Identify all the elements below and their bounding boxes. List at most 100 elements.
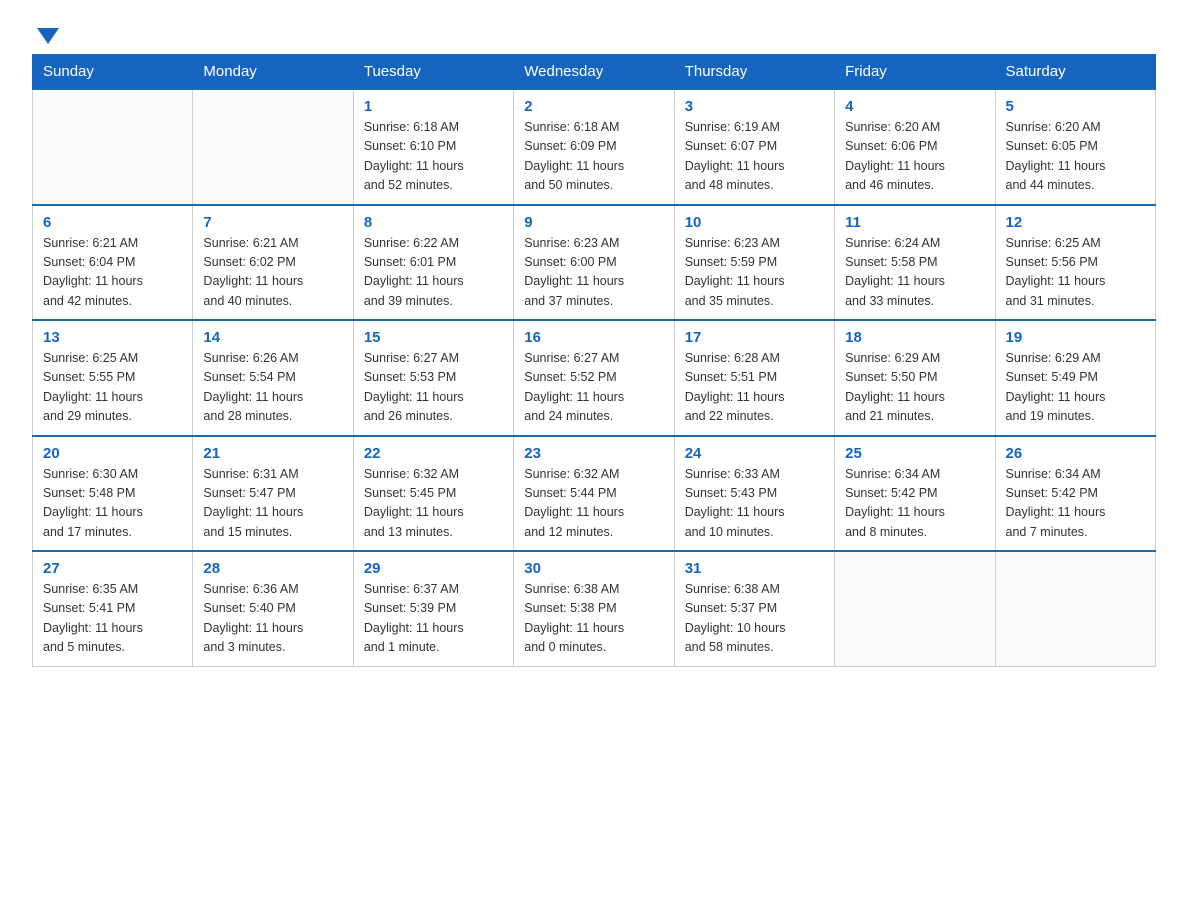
day-info: Sunrise: 6:36 AMSunset: 5:40 PMDaylight:… bbox=[203, 580, 342, 658]
calendar-cell: 24 Sunrise: 6:33 AMSunset: 5:43 PMDayligh… bbox=[674, 436, 834, 552]
day-info: Sunrise: 6:32 AMSunset: 5:44 PMDaylight:… bbox=[524, 465, 663, 543]
calendar-cell: 17 Sunrise: 6:28 AMSunset: 5:51 PMDayligh… bbox=[674, 320, 834, 436]
day-number: 25 bbox=[845, 445, 984, 462]
calendar-header-friday: Friday bbox=[835, 55, 995, 90]
calendar-week-4: 20 Sunrise: 6:30 AMSunset: 5:48 PMDayligh… bbox=[33, 436, 1156, 552]
page-header bbox=[32, 24, 1156, 42]
day-info: Sunrise: 6:37 AMSunset: 5:39 PMDaylight:… bbox=[364, 580, 503, 658]
day-info: Sunrise: 6:38 AMSunset: 5:38 PMDaylight:… bbox=[524, 580, 663, 658]
calendar-week-3: 13Sunrise: 6:25 AMSunset: 5:55 PMDayligh… bbox=[33, 320, 1156, 436]
day-info: Sunrise: 6:32 AMSunset: 5:45 PMDaylight:… bbox=[364, 465, 503, 543]
day-info: Sunrise: 6:33 AMSunset: 5:43 PMDaylight:… bbox=[685, 465, 824, 543]
day-number: 16 bbox=[524, 329, 663, 346]
day-info: Sunrise: 6:21 AMSunset: 6:02 PMDaylight:… bbox=[203, 234, 342, 312]
calendar-cell: 7 Sunrise: 6:21 AMSunset: 6:02 PMDaylight… bbox=[193, 205, 353, 321]
day-info: Sunrise: 6:35 AMSunset: 5:41 PMDaylight:… bbox=[43, 580, 182, 658]
calendar-cell: 8 Sunrise: 6:22 AMSunset: 6:01 PMDaylight… bbox=[353, 205, 513, 321]
day-info: Sunrise: 6:34 AMSunset: 5:42 PMDaylight:… bbox=[1006, 465, 1145, 543]
calendar-cell: 19 Sunrise: 6:29 AMSunset: 5:49 PMDayligh… bbox=[995, 320, 1155, 436]
day-info: Sunrise: 6:38 AMSunset: 5:37 PMDaylight:… bbox=[685, 580, 824, 658]
day-number: 10 bbox=[685, 214, 824, 231]
day-info: Sunrise: 6:25 AMSunset: 5:55 PMDaylight:… bbox=[43, 349, 182, 427]
calendar-cell: 10 Sunrise: 6:23 AMSunset: 5:59 PMDayligh… bbox=[674, 205, 834, 321]
day-number: 27 bbox=[43, 560, 182, 577]
day-number: 6 bbox=[43, 214, 182, 231]
calendar-week-5: 27 Sunrise: 6:35 AMSunset: 5:41 PMDayligh… bbox=[33, 551, 1156, 666]
calendar-cell: 26 Sunrise: 6:34 AMSunset: 5:42 PMDayligh… bbox=[995, 436, 1155, 552]
day-number: 5 bbox=[1006, 98, 1145, 115]
calendar-cell: 21 Sunrise: 6:31 AMSunset: 5:47 PMDayligh… bbox=[193, 436, 353, 552]
day-info: Sunrise: 6:21 AMSunset: 6:04 PMDaylight:… bbox=[43, 234, 182, 312]
day-number: 7 bbox=[203, 214, 342, 231]
day-info: Sunrise: 6:23 AMSunset: 6:00 PMDaylight:… bbox=[524, 234, 663, 312]
calendar-cell: 6 Sunrise: 6:21 AMSunset: 6:04 PMDaylight… bbox=[33, 205, 193, 321]
day-number: 29 bbox=[364, 560, 503, 577]
calendar-cell: 20 Sunrise: 6:30 AMSunset: 5:48 PMDayligh… bbox=[33, 436, 193, 552]
calendar-header-saturday: Saturday bbox=[995, 55, 1155, 90]
logo-triangle-icon bbox=[37, 26, 59, 46]
day-info: Sunrise: 6:23 AMSunset: 5:59 PMDaylight:… bbox=[685, 234, 824, 312]
logo bbox=[32, 24, 59, 42]
day-info: Sunrise: 6:31 AMSunset: 5:47 PMDaylight:… bbox=[203, 465, 342, 543]
day-info: Sunrise: 6:18 AMSunset: 6:09 PMDaylight:… bbox=[524, 118, 663, 196]
calendar-cell: 29 Sunrise: 6:37 AMSunset: 5:39 PMDayligh… bbox=[353, 551, 513, 666]
calendar-cell: 18Sunrise: 6:29 AMSunset: 5:50 PMDayligh… bbox=[835, 320, 995, 436]
calendar-week-1: 1 Sunrise: 6:18 AMSunset: 6:10 PMDaylight… bbox=[33, 89, 1156, 205]
calendar-header-sunday: Sunday bbox=[33, 55, 193, 90]
day-info: Sunrise: 6:29 AMSunset: 5:49 PMDaylight:… bbox=[1006, 349, 1145, 427]
day-info: Sunrise: 6:27 AMSunset: 5:53 PMDaylight:… bbox=[364, 349, 503, 427]
day-info: Sunrise: 6:28 AMSunset: 5:51 PMDaylight:… bbox=[685, 349, 824, 427]
day-info: Sunrise: 6:26 AMSunset: 5:54 PMDaylight:… bbox=[203, 349, 342, 427]
day-number: 9 bbox=[524, 214, 663, 231]
day-number: 26 bbox=[1006, 445, 1145, 462]
calendar-cell: 12Sunrise: 6:25 AMSunset: 5:56 PMDayligh… bbox=[995, 205, 1155, 321]
calendar-cell bbox=[995, 551, 1155, 666]
day-number: 11 bbox=[845, 214, 984, 231]
day-number: 19 bbox=[1006, 329, 1145, 346]
day-number: 8 bbox=[364, 214, 503, 231]
day-number: 3 bbox=[685, 98, 824, 115]
calendar-cell: 30 Sunrise: 6:38 AMSunset: 5:38 PMDayligh… bbox=[514, 551, 674, 666]
day-number: 23 bbox=[524, 445, 663, 462]
day-info: Sunrise: 6:20 AMSunset: 6:06 PMDaylight:… bbox=[845, 118, 984, 196]
calendar-cell: 16 Sunrise: 6:27 AMSunset: 5:52 PMDayligh… bbox=[514, 320, 674, 436]
calendar-header-monday: Monday bbox=[193, 55, 353, 90]
day-number: 17 bbox=[685, 329, 824, 346]
day-number: 21 bbox=[203, 445, 342, 462]
day-info: Sunrise: 6:30 AMSunset: 5:48 PMDaylight:… bbox=[43, 465, 182, 543]
calendar-cell: 13Sunrise: 6:25 AMSunset: 5:55 PMDayligh… bbox=[33, 320, 193, 436]
calendar-table: SundayMondayTuesdayWednesdayThursdayFrid… bbox=[32, 54, 1156, 667]
calendar-cell: 9 Sunrise: 6:23 AMSunset: 6:00 PMDaylight… bbox=[514, 205, 674, 321]
day-number: 30 bbox=[524, 560, 663, 577]
calendar-cell: 28 Sunrise: 6:36 AMSunset: 5:40 PMDayligh… bbox=[193, 551, 353, 666]
day-number: 15 bbox=[364, 329, 503, 346]
calendar-header-thursday: Thursday bbox=[674, 55, 834, 90]
calendar-cell: 5 Sunrise: 6:20 AMSunset: 6:05 PMDaylight… bbox=[995, 89, 1155, 205]
day-number: 28 bbox=[203, 560, 342, 577]
day-number: 12 bbox=[1006, 214, 1145, 231]
calendar-header-wednesday: Wednesday bbox=[514, 55, 674, 90]
calendar-cell: 11Sunrise: 6:24 AMSunset: 5:58 PMDayligh… bbox=[835, 205, 995, 321]
day-info: Sunrise: 6:20 AMSunset: 6:05 PMDaylight:… bbox=[1006, 118, 1145, 196]
calendar-cell bbox=[193, 89, 353, 205]
calendar-header-tuesday: Tuesday bbox=[353, 55, 513, 90]
day-number: 1 bbox=[364, 98, 503, 115]
day-number: 4 bbox=[845, 98, 984, 115]
calendar-cell: 4 Sunrise: 6:20 AMSunset: 6:06 PMDaylight… bbox=[835, 89, 995, 205]
day-info: Sunrise: 6:27 AMSunset: 5:52 PMDaylight:… bbox=[524, 349, 663, 427]
day-number: 20 bbox=[43, 445, 182, 462]
calendar-cell: 3 Sunrise: 6:19 AMSunset: 6:07 PMDaylight… bbox=[674, 89, 834, 205]
day-number: 2 bbox=[524, 98, 663, 115]
day-number: 14 bbox=[203, 329, 342, 346]
calendar-cell: 14 Sunrise: 6:26 AMSunset: 5:54 PMDayligh… bbox=[193, 320, 353, 436]
day-info: Sunrise: 6:22 AMSunset: 6:01 PMDaylight:… bbox=[364, 234, 503, 312]
day-info: Sunrise: 6:19 AMSunset: 6:07 PMDaylight:… bbox=[685, 118, 824, 196]
calendar-week-2: 6 Sunrise: 6:21 AMSunset: 6:04 PMDaylight… bbox=[33, 205, 1156, 321]
day-info: Sunrise: 6:18 AMSunset: 6:10 PMDaylight:… bbox=[364, 118, 503, 196]
calendar-header-row: SundayMondayTuesdayWednesdayThursdayFrid… bbox=[33, 55, 1156, 90]
calendar-cell bbox=[835, 551, 995, 666]
day-info: Sunrise: 6:34 AMSunset: 5:42 PMDaylight:… bbox=[845, 465, 984, 543]
day-number: 31 bbox=[685, 560, 824, 577]
day-number: 24 bbox=[685, 445, 824, 462]
day-info: Sunrise: 6:29 AMSunset: 5:50 PMDaylight:… bbox=[845, 349, 984, 427]
